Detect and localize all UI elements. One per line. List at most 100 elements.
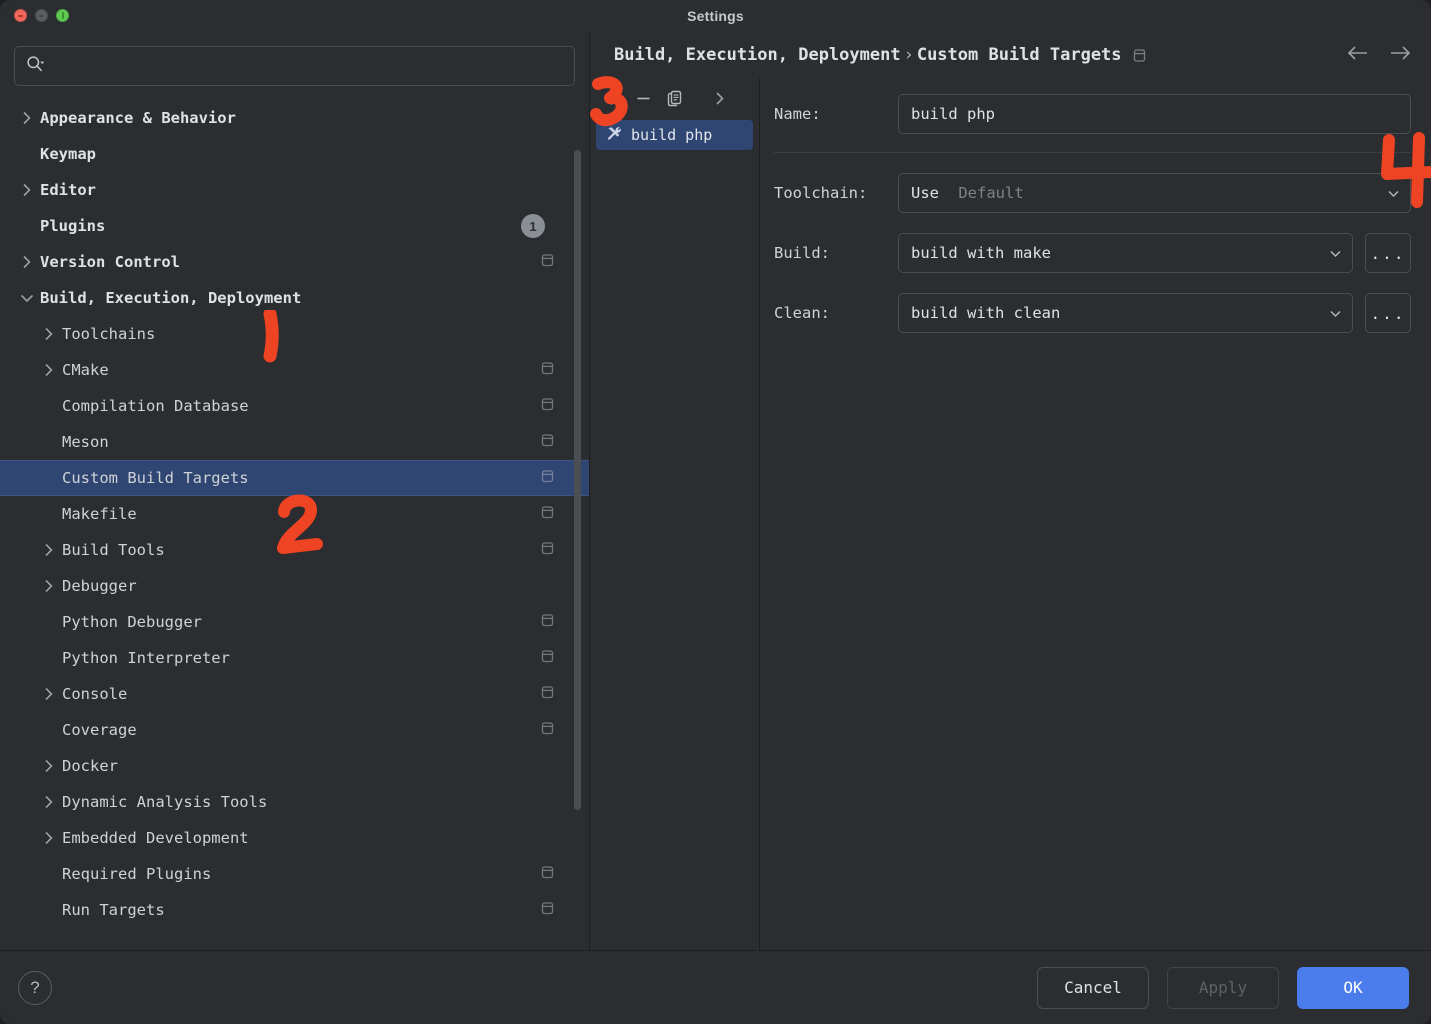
targets-column: build php [590,76,760,950]
sidebar-item-run-targets[interactable]: Run Targets [0,892,589,928]
toolchain-label: Toolchain: [774,184,868,202]
build-value: build with make [911,244,1051,262]
toolchain-row: Toolchain: Use Default [774,173,1411,213]
targets-list: build php [590,118,759,950]
search-area [0,32,589,96]
chevron-right-icon[interactable] [40,541,62,559]
breadcrumb-parent[interactable]: Build, Execution, Deployment [614,45,901,65]
project-scope-icon [540,540,555,560]
sidebar-item-meson[interactable]: Meson [0,424,589,460]
sidebar-item-label: Appearance & Behavior [40,109,236,127]
apply-button[interactable]: Apply [1167,966,1279,1009]
name-input[interactable]: build php [898,94,1411,134]
close-window-button[interactable] [14,9,27,22]
sidebar-item-appearance-behavior[interactable]: Appearance & Behavior [0,100,589,136]
remove-target-button[interactable] [628,84,658,112]
chevron-right-icon[interactable] [40,685,62,703]
toolchain-select[interactable]: Use Default [898,173,1411,213]
build-browse-button[interactable]: ... [1365,233,1411,273]
project-scope-icon [540,504,555,524]
sidebar-item-makefile[interactable]: Makefile [0,496,589,532]
arrow-left-icon[interactable] [1345,43,1371,67]
target-list-item[interactable]: build php [596,120,753,150]
sidebar-item-embedded-development[interactable]: Embedded Development [0,820,589,856]
sidebar-item-label: Python Debugger [62,613,202,631]
sidebar-item-plugins[interactable]: Plugins 1 [0,208,589,244]
target-form: Name: build php Toolchain: Use Default B… [760,78,1431,950]
cancel-button[interactable]: Cancel [1037,966,1149,1009]
breadcrumb-bar: Build, Execution, Deployment › Custom Bu… [590,32,1431,78]
chevron-right-icon[interactable] [40,829,62,847]
chevron-right-icon[interactable] [40,757,62,775]
sidebar-item-console[interactable]: Console [0,676,589,712]
project-scope-icon [540,432,555,452]
sidebar-item-toolchains[interactable]: Toolchains [0,316,589,352]
chevron-right-icon[interactable] [40,793,62,811]
chevron-down-icon [1327,305,1344,322]
help-button[interactable]: ? [18,970,52,1005]
chevron-down-icon [1385,185,1402,202]
sidebar-item-label: Required Plugins [62,865,212,883]
project-scope-icon [540,684,555,704]
chevron-down-icon[interactable] [18,289,40,307]
expand-panel-button[interactable] [704,84,734,112]
form-divider [774,152,1411,153]
sidebar-item-python-debugger[interactable]: Python Debugger [0,604,589,640]
sidebar-item-label: Build, Execution, Deployment [40,289,302,307]
chevron-right-icon[interactable] [18,109,40,127]
sidebar-item-custom-build-targets[interactable]: Custom Build Targets [0,460,589,496]
sidebar-item-label: Makefile [62,505,137,523]
sidebar-item-docker[interactable]: Docker [0,748,589,784]
arrow-right-icon[interactable] [1387,43,1413,67]
add-target-button[interactable] [596,84,626,112]
sidebar-item-version-control[interactable]: Version Control [0,244,589,280]
project-scope-icon [540,648,555,668]
sidebar-item-label: Debugger [62,577,137,595]
sidebar-item-compilation-database[interactable]: Compilation Database [0,388,589,424]
sidebar-item-label: Coverage [62,721,137,739]
zoom-window-button[interactable] [56,9,69,22]
search-box[interactable] [14,46,575,86]
name-label: Name: [774,105,821,123]
sidebar-item-required-plugins[interactable]: Required Plugins [0,856,589,892]
clean-select[interactable]: build with clean [898,293,1353,333]
project-scope-icon [540,252,555,272]
build-select[interactable]: build with make [898,233,1353,273]
footer-actions: Cancel Apply OK [1037,966,1409,1009]
sidebar-item-debugger[interactable]: Debugger [0,568,589,604]
sidebar-item-python-interpreter[interactable]: Python Interpreter [0,640,589,676]
chevron-right-icon[interactable] [40,325,62,343]
minimize-window-button[interactable] [35,9,48,22]
sidebar-item-keymap[interactable]: Keymap [0,136,589,172]
sidebar-item-coverage[interactable]: Coverage [0,712,589,748]
title-bar: Settings [0,0,1431,32]
project-scope-icon [540,720,555,740]
settings-sidebar: Appearance & Behavior Keymap Editor Plugins… [0,32,590,950]
sidebar-item-build-execution-deployment[interactable]: Build, Execution, Deployment [0,280,589,316]
detail-split: build php Name: build php Toolchain: Use… [590,76,1431,950]
sidebar-item-label: Version Control [40,253,180,271]
chevron-right-icon[interactable] [18,253,40,271]
sidebar-item-build-tools[interactable]: Build Tools [0,532,589,568]
build-row: Build: build with make ... [774,233,1411,273]
sidebar-item-label: Dynamic Analysis Tools [62,793,268,811]
name-row: Name: build php [774,94,1411,134]
chevron-right-icon[interactable] [40,577,62,595]
search-input[interactable] [51,58,564,74]
sidebar-item-dynamic-analysis-tools[interactable]: Dynamic Analysis Tools [0,784,589,820]
chevron-right-icon[interactable] [18,181,40,199]
sidebar-item-label: Keymap [40,145,96,163]
project-scope-icon [540,612,555,632]
sidebar-item-cmake[interactable]: CMake [0,352,589,388]
tools-icon [606,125,623,146]
ok-button[interactable]: OK [1297,966,1409,1009]
sidebar-scrollbar[interactable] [574,150,581,810]
copy-target-button[interactable] [660,84,690,112]
chevron-down-icon [1327,245,1344,262]
chevron-right-icon[interactable] [40,361,62,379]
sidebar-item-editor[interactable]: Editor [0,172,589,208]
dialog-footer: ? Cancel Apply OK [0,950,1431,1024]
project-scope-icon [540,468,555,488]
settings-window: Settings Appearance & BehaviorKeymapEd [0,0,1431,1024]
clean-browse-button[interactable]: ... [1365,293,1411,333]
